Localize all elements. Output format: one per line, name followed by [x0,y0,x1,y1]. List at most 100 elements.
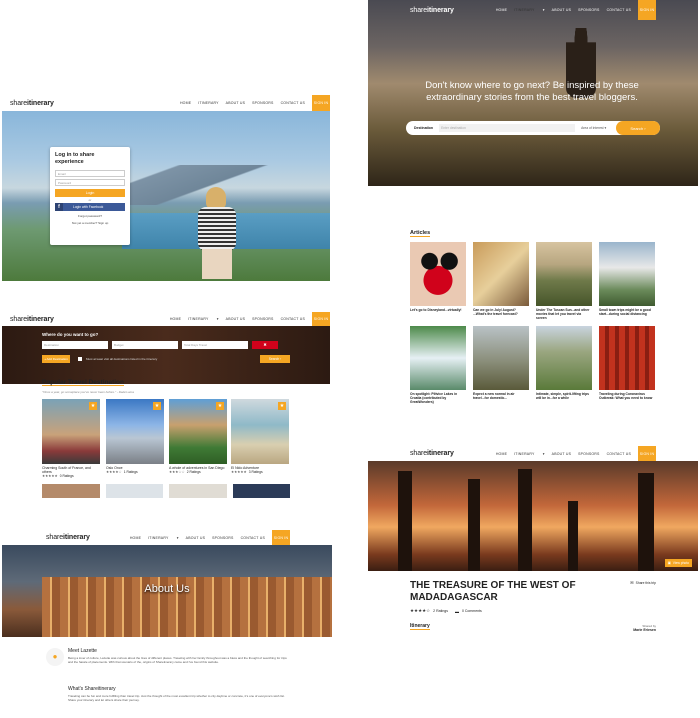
traveler-photographer [194,187,242,279]
nav-itinerary[interactable]: ITINERARY ▾ [148,536,179,540]
article-title[interactable]: Under The Tuscan Sun...and other movies … [536,308,592,320]
article-card-5[interactable]: On spotlight: Plitvice Lakes in Croatia … [410,326,466,404]
nav-contact[interactable]: CONTACT US [281,101,305,105]
article-card-2[interactable]: Can we go in July/ August? ...What's the… [473,242,529,316]
share-trip-link[interactable]: ✉ Share this trip [630,580,656,585]
logo[interactable]: shareitinerary [10,100,54,107]
nav-contact[interactable]: CONTACT US [607,8,631,12]
nav-itinerary[interactable]: ITINERARY ▾ [188,317,219,321]
shared-by-name[interactable]: Marie Eriesen [633,628,656,632]
signin-button[interactable]: SIGN IN [312,95,330,111]
facebook-login-button[interactable]: f Login with Facebook [55,203,125,211]
remove-destination-button[interactable]: ✖ [252,341,278,349]
nav-links: HOME ITINERARY ABOUT US SPONSORS CONTACT… [180,95,330,111]
signin-button[interactable]: SIGN IN [312,312,330,326]
popular-card-1[interactable]: ★ Charming South of France, and others ★… [42,399,100,478]
signup-link[interactable]: Not yet a member? Sign up [55,221,125,225]
login-navbar: shareitinerary HOME ITINERARY ABOUT US S… [2,95,330,111]
about-navbar: shareitinerary HOME ITINERARY ▾ ABOUT US… [2,530,332,545]
article-title[interactable]: Let's go to Disneyland...virtually! [410,308,466,312]
favorite-icon[interactable]: ★ [278,402,286,410]
popular-card-3[interactable]: ★ A whole of adventures in San Diego ★★★… [169,399,227,474]
favorite-icon[interactable]: ★ [89,402,97,410]
favorite-icon[interactable]: ★ [216,402,224,410]
nav-sponsors[interactable]: SPONSORS [252,317,273,321]
nav-contact[interactable]: CONTACT US [241,536,265,540]
nav-home[interactable]: HOME [180,101,191,105]
nav-home[interactable]: HOME [496,8,507,12]
article-card-3[interactable]: Under The Tuscan Sun...and other movies … [536,242,592,320]
nav-sponsors[interactable]: SPONSORS [252,101,273,105]
nav-itinerary[interactable]: ITINERARY [198,101,218,105]
share-icon: ✉ [630,580,634,585]
nav-about[interactable]: ABOUT US [226,101,245,105]
itinerary-tab[interactable]: Itinerary [410,623,430,630]
article-card-8[interactable]: Traveling during Coronavirus Outbreak: W… [599,326,655,400]
popular-card-2[interactable]: ★ Oslo Once ★★★★☆ 1 Ratings [106,399,164,474]
nav-links: HOME ITINERARY ▾ ABOUT US SPONSORS CONTA… [170,312,330,326]
trip-title: THE TREASURE OF THE WEST OF MADADAGASCAR [410,580,576,603]
article-card-6[interactable]: Expect a new normal in air travel...for … [473,326,529,400]
destination-input[interactable]: Destination [42,341,108,349]
must-visit-checkbox[interactable] [78,357,82,361]
or-divider: or [88,198,92,202]
login-button[interactable]: Login [55,189,125,197]
nav-about[interactable]: ABOUT US [552,8,571,12]
signin-button[interactable]: SIGN IN [272,530,290,545]
nav-home[interactable]: HOME [170,317,181,321]
nav-sponsors[interactable]: SPONSORS [578,452,599,456]
budget-input[interactable]: Budget [112,341,178,349]
article-title[interactable]: Traveling during Coronavirus Outbreak: W… [599,392,655,400]
article-photo [410,242,466,306]
article-title[interactable]: Intimate, simple, spirit-lifting trips w… [536,392,592,400]
card-rating: ★★★★★ [42,474,58,478]
nav-contact[interactable]: CONTACT US [607,452,631,456]
article-card-7[interactable]: Intimate, simple, spirit-lifting trips w… [536,326,592,400]
view-photo-button[interactable]: ▣ View photo [664,559,692,567]
article-title[interactable]: On spotlight: Plitvice Lakes in Croatia … [410,392,466,404]
popular-quote: "Once a year, go someplace you've never … [42,390,134,394]
logo[interactable]: shareitinerary [410,450,454,457]
card-reviews: 2 Ratings [186,470,201,474]
popular-heading: Popular Travel Destination [42,379,124,386]
trip-rating: ★★★★☆ [410,608,431,613]
signin-button[interactable]: SIGN IN [638,0,656,20]
nav-home[interactable]: HOME [496,452,507,456]
nav-about[interactable]: ABOUT US [186,536,205,540]
article-title[interactable]: Can we go in July/ August? ...What's the… [473,308,529,316]
about-page: shareitinerary HOME ITINERARY ▾ ABOUT US… [2,530,332,718]
nav-contact[interactable]: CONTACT US [281,317,305,321]
nav-sponsors[interactable]: SPONSORS [212,536,233,540]
search-button[interactable]: Search › [260,355,290,363]
article-title[interactable]: Small town trips might be a good start..… [599,308,655,316]
search-box: Where do you want to go? Destination Bud… [2,326,330,384]
popular-card-4[interactable]: ★ El Nido Adventure ★★★★★ 3 Ratings [231,399,289,474]
hero-search-button[interactable]: Search › [616,121,660,135]
card-rating: ★★★★★ [231,470,247,474]
interest-select[interactable]: Area of Interest ▾ [581,126,606,130]
article-card-4[interactable]: Small town trips might be a good start..… [599,242,655,316]
email-field[interactable]: Email [55,170,125,177]
add-destination-button[interactable]: + Add Destination [42,355,70,363]
nav-sponsors[interactable]: SPONSORS [578,8,599,12]
signin-button[interactable]: SIGN IN [638,446,656,461]
article-title[interactable]: Expect a new normal in air travel...for … [473,392,529,400]
nav-itinerary[interactable]: ITINERARY ▾ [514,452,545,456]
article-card-1[interactable]: Let's go to Disneyland...virtually! [410,242,466,312]
logo[interactable]: shareitinerary [10,316,54,323]
trip-detail-page: shareitinerary HOME ITINERARY ▾ ABOUT US… [368,446,698,640]
comments-count[interactable]: 0 Comments [462,609,482,613]
nav-itinerary[interactable]: ITINERARY ▾ [514,8,545,12]
logo[interactable]: shareitinerary [46,534,90,541]
nav-about[interactable]: ABOUT US [226,317,245,321]
hero-destination-input[interactable]: Enter destination [439,124,576,132]
nav-about[interactable]: ABOUT US [552,452,571,456]
nav-home[interactable]: HOME [130,536,141,540]
article-photo [599,326,655,390]
days-input[interactable]: Total Days Travel [182,341,248,349]
what-heading: What's Shareitinerary [68,686,116,692]
forgot-password-link[interactable]: Forgot password? [55,214,125,218]
logo[interactable]: shareitinerary [410,7,454,14]
favorite-icon[interactable]: ★ [153,402,161,410]
password-field[interactable]: Password [55,179,125,186]
